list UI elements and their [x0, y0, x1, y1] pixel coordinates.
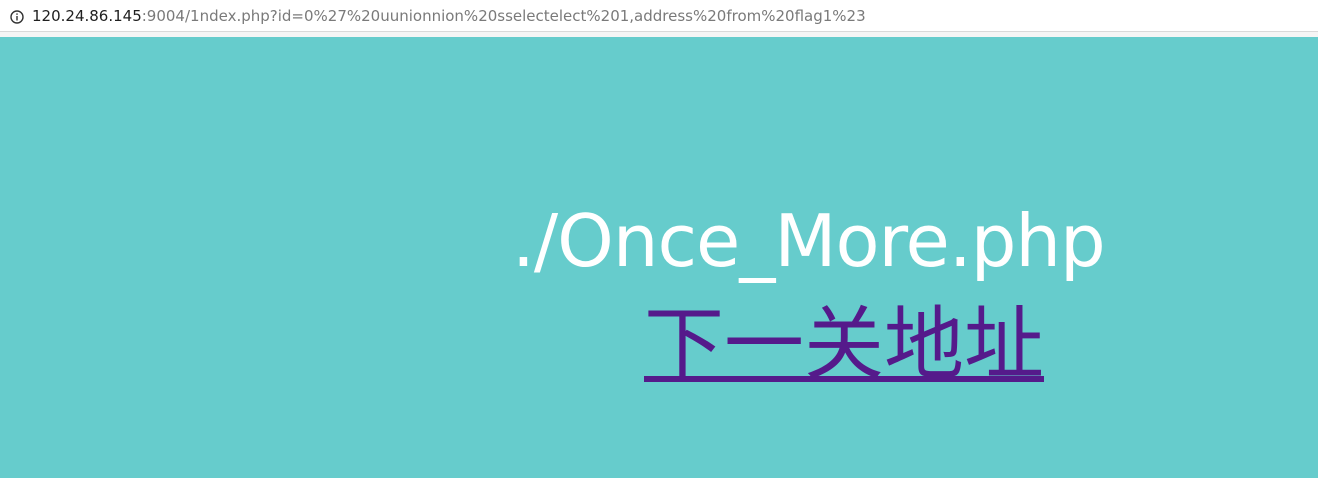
address-bar[interactable]: 120.24.86.145:9004/1ndex.php?id=0%27%20u…: [0, 0, 1318, 32]
url-path: :9004/1ndex.php?id=0%27%20uunionnion%20s…: [141, 6, 866, 25]
next-level-link[interactable]: 下一关地址: [644, 305, 1044, 385]
page-heading: ./Once_More.php: [512, 199, 1106, 283]
url-text[interactable]: 120.24.86.145:9004/1ndex.php?id=0%27%20u…: [32, 7, 866, 25]
url-host: 120.24.86.145: [32, 6, 142, 25]
info-icon[interactable]: [10, 9, 24, 24]
